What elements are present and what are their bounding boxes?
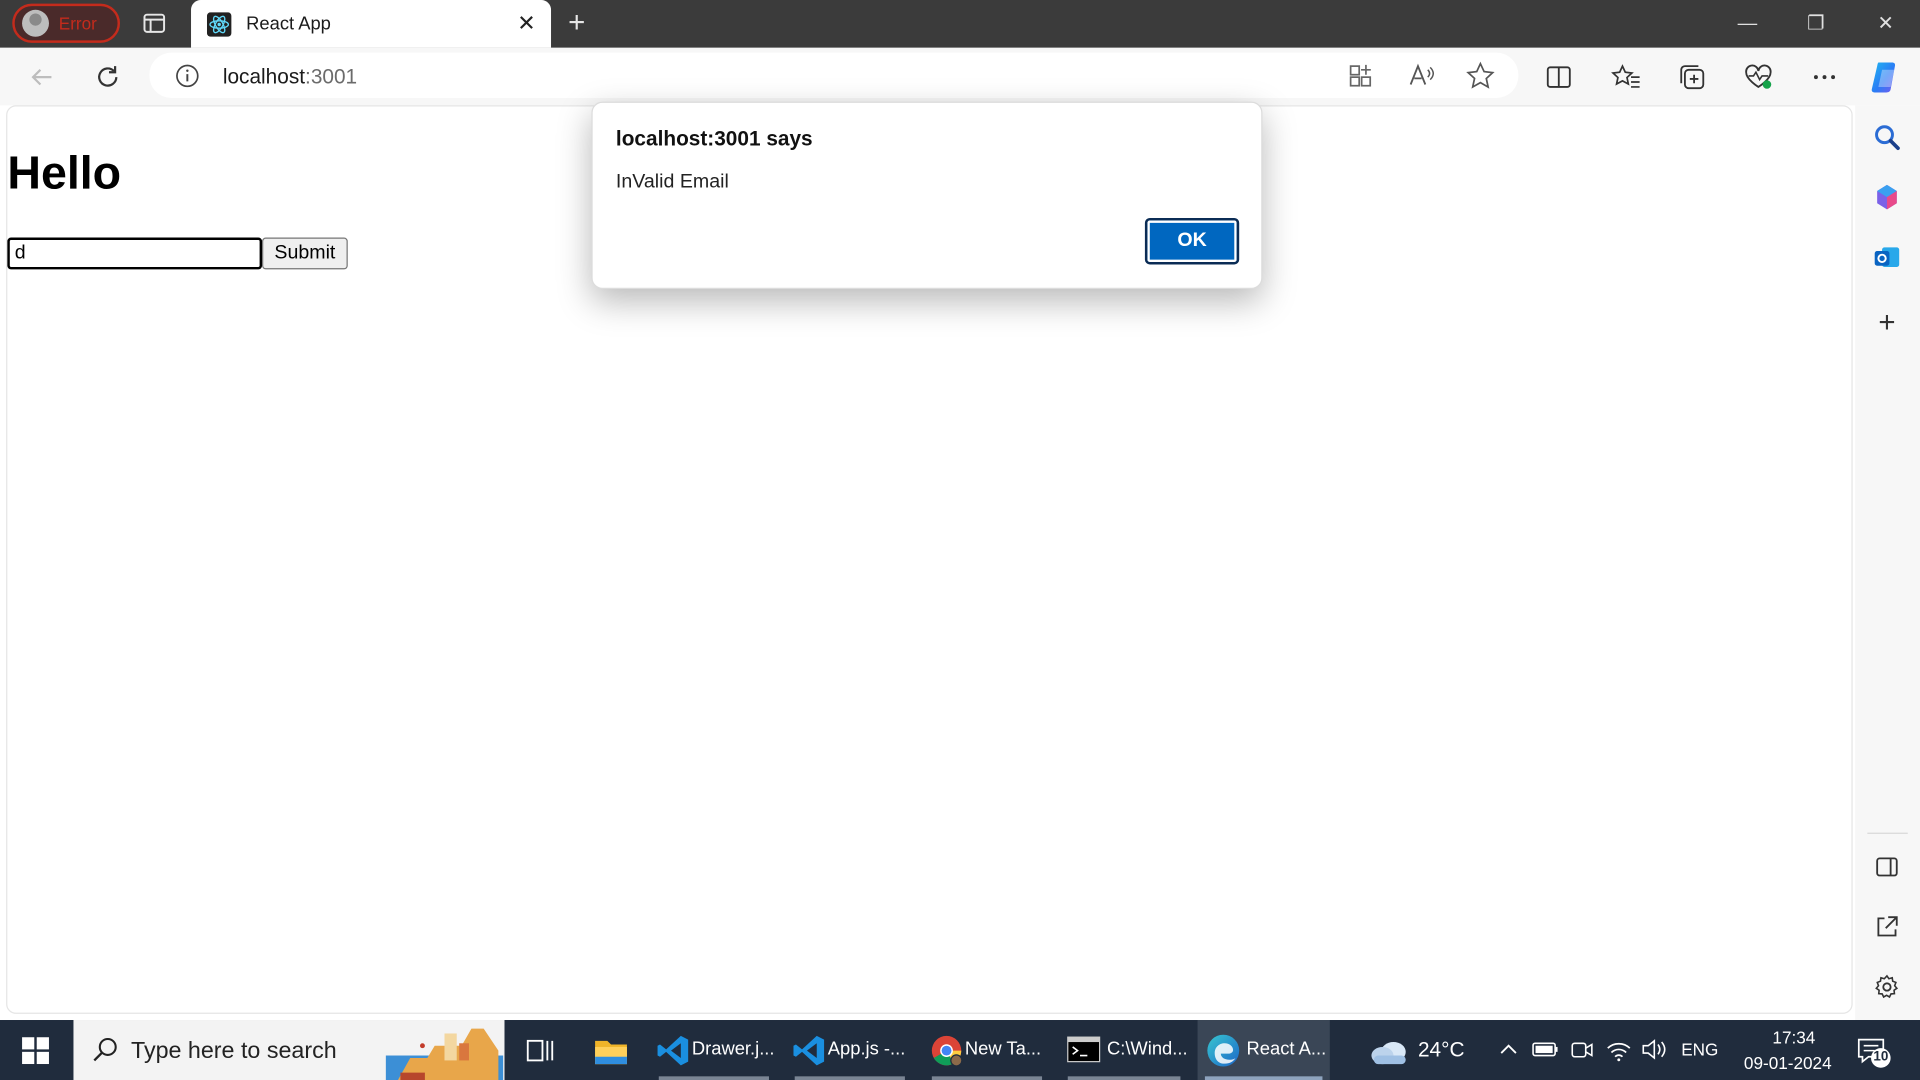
hide-sidebar-icon[interactable] (1872, 852, 1901, 881)
copilot-icon[interactable] (1867, 58, 1906, 97)
submit-button[interactable]: Submit (262, 237, 348, 270)
settings-gear-icon[interactable] (1872, 972, 1901, 1001)
clock-time[interactable]: 17:34 (1739, 1027, 1849, 1047)
battery-icon[interactable] (1532, 1038, 1559, 1060)
close-window-icon[interactable]: ✕ (1872, 11, 1899, 38)
more-options-icon[interactable] (1807, 60, 1841, 94)
site-info-icon[interactable] (174, 62, 201, 89)
taskbar-app-label: React A... (1246, 1038, 1327, 1060)
vscode-icon (792, 1033, 826, 1067)
weather-cloud-icon[interactable] (1369, 1035, 1411, 1067)
search-placeholder: Type here to search (131, 1038, 337, 1065)
back-icon[interactable] (24, 60, 58, 94)
minimize-icon[interactable]: — (1734, 11, 1761, 38)
add-icon[interactable]: + (1871, 307, 1903, 339)
browser-toolbar: localhost:3001 (0, 47, 1920, 106)
search-icon (91, 1035, 120, 1064)
wifi-icon[interactable] (1604, 1036, 1633, 1063)
search-icon[interactable] (1871, 121, 1903, 153)
taskbar-app-label: C:\Wind... (1106, 1038, 1188, 1060)
refresh-icon[interactable] (91, 60, 125, 94)
app-available-icon[interactable] (1343, 59, 1377, 93)
ok-button[interactable]: OK (1144, 217, 1240, 265)
windows-taskbar: Type here to search Drawer.j... App.js -… (0, 1020, 1920, 1080)
running-indicator (794, 1076, 905, 1080)
taskbar-app-drawer[interactable]: Drawer.j... (651, 1020, 776, 1080)
taskbar-app-edge-active[interactable]: React A... (1197, 1020, 1330, 1080)
outlook-icon[interactable] (1871, 241, 1903, 273)
running-indicator (1204, 1076, 1323, 1080)
search-highlight-illustration (385, 1024, 504, 1080)
meet-now-icon[interactable] (1570, 1037, 1594, 1061)
taskbar-app-chrome[interactable]: New Ta... (924, 1020, 1049, 1080)
tab-actions-icon[interactable] (141, 11, 168, 35)
sidebar-divider (1867, 832, 1908, 834)
volume-icon[interactable] (1640, 1036, 1669, 1063)
browser-title-bar: Error React App ✕ + — ❐ ✕ (0, 0, 1920, 48)
profile-status-label: Error (58, 13, 97, 34)
read-aloud-icon[interactable] (1405, 59, 1439, 93)
address-host: localhost (222, 64, 306, 89)
edge-sidebar: + (1855, 105, 1920, 1021)
notification-center-icon[interactable]: 10 (1854, 1032, 1896, 1069)
profile-button[interactable]: Error (12, 3, 121, 43)
terminal-icon (1067, 1036, 1101, 1063)
restore-icon[interactable]: ❐ (1802, 11, 1829, 38)
open-external-icon[interactable] (1872, 912, 1901, 941)
tab-react-app[interactable]: React App ✕ (191, 0, 552, 48)
dialog-message: InValid Email (615, 171, 729, 193)
split-screen-icon[interactable] (1542, 60, 1576, 94)
avatar (22, 9, 49, 37)
weather-temperature: 24°C (1417, 1038, 1465, 1062)
running-indicator (658, 1076, 769, 1080)
tab-close-icon[interactable]: ✕ (514, 11, 538, 35)
dialog-title: localhost:3001 says (615, 127, 813, 151)
taskbar-app-label: New Ta... (964, 1038, 1042, 1060)
edge-icon (1205, 1032, 1242, 1069)
task-view-icon[interactable] (524, 1036, 556, 1065)
react-logo-icon (206, 12, 232, 37)
taskbar-app-appjs[interactable]: App.js -... (787, 1020, 912, 1080)
running-indicator (1067, 1076, 1181, 1080)
running-indicator (931, 1076, 1043, 1080)
taskbar-app-label: Drawer.j... (691, 1038, 775, 1060)
new-tab-icon[interactable]: + (563, 8, 590, 37)
chrome-icon (929, 1033, 963, 1067)
m365-icon[interactable] (1871, 181, 1903, 213)
address-port: :3001 (305, 64, 358, 89)
taskbar-app-label: App.js -... (827, 1038, 906, 1060)
page-heading: Hello (7, 148, 122, 200)
browser-essentials-icon[interactable] (1741, 60, 1775, 94)
taskbar-app-terminal[interactable]: C:\Wind... (1060, 1020, 1188, 1080)
favorite-star-icon[interactable] (1463, 59, 1497, 93)
tab-title: React App (246, 13, 331, 35)
address-text: localhost:3001 (223, 65, 357, 89)
windows-start-icon[interactable] (22, 1037, 49, 1065)
clock-date[interactable]: 09-01-2024 (1727, 1053, 1849, 1073)
vscode-icon (656, 1033, 690, 1067)
alert-dialog: localhost:3001 says InValid Email OK (591, 101, 1263, 289)
file-explorer-icon[interactable] (593, 1035, 630, 1067)
taskbar-search-box[interactable]: Type here to search (73, 1020, 505, 1080)
email-input[interactable] (7, 237, 263, 270)
address-bar[interactable]: localhost:3001 (149, 52, 1519, 98)
collections-icon[interactable] (1675, 60, 1709, 94)
notification-count: 10 (1873, 1049, 1889, 1065)
language-indicator[interactable]: ENG (1681, 1040, 1718, 1060)
favorites-icon[interactable] (1609, 60, 1643, 94)
chevron-up-icon[interactable] (1496, 1037, 1520, 1061)
